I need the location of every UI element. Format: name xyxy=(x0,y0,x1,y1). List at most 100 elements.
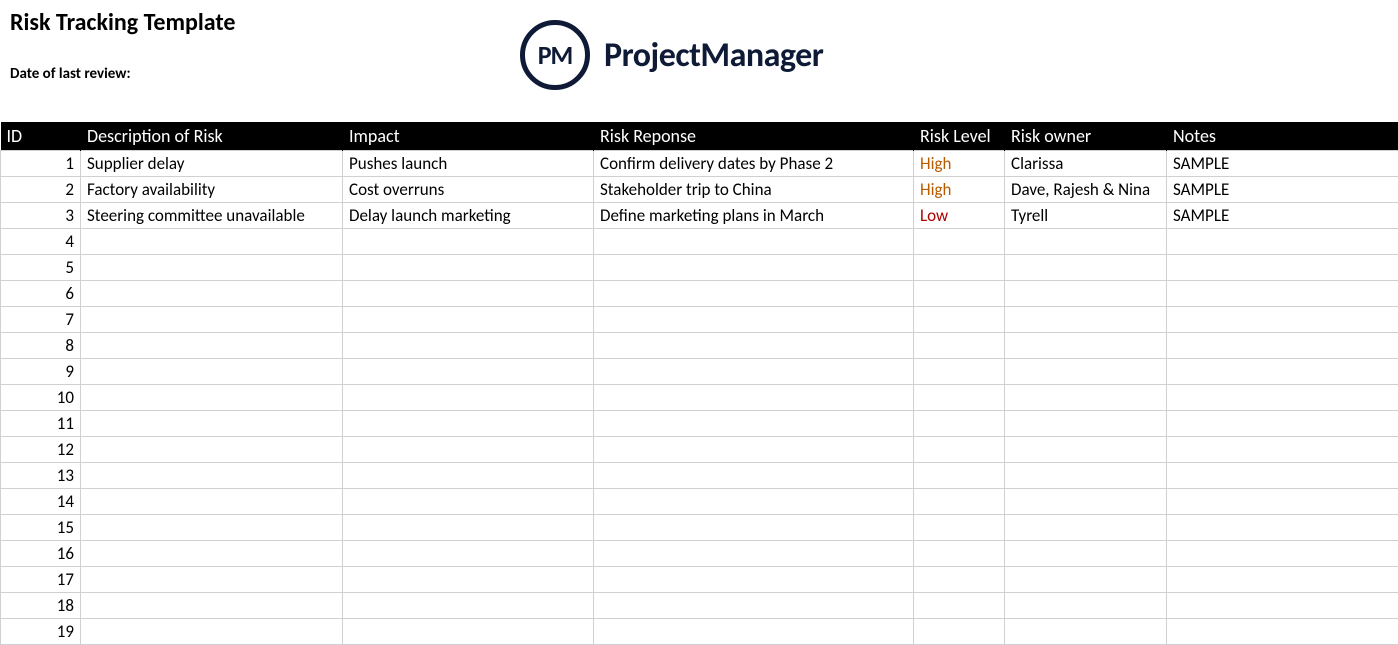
cell-risk-level[interactable] xyxy=(914,307,1005,333)
cell-id[interactable]: 5 xyxy=(1,255,81,281)
cell-risk-level[interactable] xyxy=(914,619,1005,645)
cell-risk-owner[interactable] xyxy=(1005,307,1167,333)
cell-response[interactable] xyxy=(594,619,914,645)
cell-risk-level[interactable] xyxy=(914,281,1005,307)
cell-impact[interactable] xyxy=(343,333,594,359)
cell-response[interactable]: Stakeholder trip to China xyxy=(594,177,914,203)
table-row[interactable]: 16 xyxy=(1,541,1398,567)
cell-description[interactable]: Steering committee unavailable xyxy=(81,203,343,229)
cell-impact[interactable] xyxy=(343,307,594,333)
cell-risk-level[interactable] xyxy=(914,255,1005,281)
cell-risk-owner[interactable] xyxy=(1005,567,1167,593)
cell-description[interactable] xyxy=(81,385,343,411)
cell-response[interactable] xyxy=(594,385,914,411)
cell-impact[interactable] xyxy=(343,359,594,385)
table-row[interactable]: 1Supplier delayPushes launchConfirm deli… xyxy=(1,151,1398,177)
cell-notes[interactable] xyxy=(1167,541,1398,567)
table-row[interactable]: 2Factory availabilityCost overrunsStakeh… xyxy=(1,177,1398,203)
cell-risk-level[interactable] xyxy=(914,411,1005,437)
cell-id[interactable]: 12 xyxy=(1,437,81,463)
table-row[interactable]: 10 xyxy=(1,385,1398,411)
cell-risk-owner[interactable]: Dave, Rajesh & Nina xyxy=(1005,177,1167,203)
cell-response[interactable] xyxy=(594,411,914,437)
cell-impact[interactable] xyxy=(343,593,594,619)
cell-notes[interactable] xyxy=(1167,385,1398,411)
cell-notes[interactable] xyxy=(1167,307,1398,333)
cell-response[interactable] xyxy=(594,593,914,619)
cell-id[interactable]: 18 xyxy=(1,593,81,619)
cell-risk-owner[interactable] xyxy=(1005,437,1167,463)
cell-description[interactable]: Factory availability xyxy=(81,177,343,203)
table-row[interactable]: 3Steering committee unavailableDelay lau… xyxy=(1,203,1398,229)
cell-notes[interactable] xyxy=(1167,567,1398,593)
cell-notes[interactable] xyxy=(1167,593,1398,619)
cell-id[interactable]: 13 xyxy=(1,463,81,489)
cell-risk-level[interactable] xyxy=(914,333,1005,359)
cell-response[interactable] xyxy=(594,437,914,463)
cell-id[interactable]: 2 xyxy=(1,177,81,203)
cell-response[interactable] xyxy=(594,281,914,307)
cell-risk-owner[interactable] xyxy=(1005,385,1167,411)
cell-notes[interactable]: SAMPLE xyxy=(1167,203,1398,229)
cell-id[interactable]: 1 xyxy=(1,151,81,177)
cell-risk-level[interactable] xyxy=(914,463,1005,489)
cell-description[interactable] xyxy=(81,489,343,515)
cell-description[interactable] xyxy=(81,281,343,307)
cell-description[interactable] xyxy=(81,359,343,385)
cell-response[interactable] xyxy=(594,489,914,515)
cell-risk-level[interactable] xyxy=(914,567,1005,593)
cell-risk-owner[interactable] xyxy=(1005,229,1167,255)
cell-risk-level[interactable] xyxy=(914,229,1005,255)
cell-description[interactable] xyxy=(81,411,343,437)
cell-notes[interactable] xyxy=(1167,489,1398,515)
cell-description[interactable] xyxy=(81,463,343,489)
table-row[interactable]: 19 xyxy=(1,619,1398,645)
cell-impact[interactable] xyxy=(343,411,594,437)
cell-description[interactable] xyxy=(81,229,343,255)
cell-risk-owner[interactable] xyxy=(1005,411,1167,437)
cell-notes[interactable] xyxy=(1167,229,1398,255)
cell-description[interactable] xyxy=(81,255,343,281)
cell-risk-owner[interactable] xyxy=(1005,463,1167,489)
cell-risk-owner[interactable] xyxy=(1005,515,1167,541)
cell-id[interactable]: 10 xyxy=(1,385,81,411)
cell-impact[interactable] xyxy=(343,463,594,489)
cell-id[interactable]: 3 xyxy=(1,203,81,229)
cell-impact[interactable] xyxy=(343,385,594,411)
cell-risk-owner[interactable] xyxy=(1005,619,1167,645)
cell-risk-owner[interactable] xyxy=(1005,593,1167,619)
cell-risk-owner[interactable]: Tyrell xyxy=(1005,203,1167,229)
cell-id[interactable]: 17 xyxy=(1,567,81,593)
cell-risk-owner[interactable] xyxy=(1005,333,1167,359)
cell-notes[interactable] xyxy=(1167,463,1398,489)
cell-id[interactable]: 16 xyxy=(1,541,81,567)
cell-risk-owner[interactable] xyxy=(1005,489,1167,515)
cell-response[interactable] xyxy=(594,255,914,281)
cell-risk-level[interactable] xyxy=(914,541,1005,567)
cell-description[interactable] xyxy=(81,567,343,593)
cell-notes[interactable] xyxy=(1167,437,1398,463)
cell-risk-level[interactable]: Low xyxy=(914,203,1005,229)
table-row[interactable]: 15 xyxy=(1,515,1398,541)
cell-risk-level[interactable] xyxy=(914,437,1005,463)
cell-impact[interactable] xyxy=(343,255,594,281)
cell-id[interactable]: 15 xyxy=(1,515,81,541)
cell-risk-level[interactable] xyxy=(914,385,1005,411)
cell-notes[interactable] xyxy=(1167,281,1398,307)
cell-description[interactable] xyxy=(81,333,343,359)
cell-risk-owner[interactable] xyxy=(1005,541,1167,567)
table-row[interactable]: 7 xyxy=(1,307,1398,333)
cell-risk-owner[interactable]: Clarissa xyxy=(1005,151,1167,177)
cell-impact[interactable] xyxy=(343,541,594,567)
cell-id[interactable]: 7 xyxy=(1,307,81,333)
cell-response[interactable] xyxy=(594,359,914,385)
cell-id[interactable]: 6 xyxy=(1,281,81,307)
cell-description[interactable] xyxy=(81,307,343,333)
cell-notes[interactable] xyxy=(1167,411,1398,437)
cell-impact[interactable]: Pushes launch xyxy=(343,151,594,177)
table-row[interactable]: 4 xyxy=(1,229,1398,255)
cell-risk-level[interactable]: High xyxy=(914,177,1005,203)
table-row[interactable]: 13 xyxy=(1,463,1398,489)
cell-impact[interactable] xyxy=(343,229,594,255)
cell-description[interactable] xyxy=(81,437,343,463)
